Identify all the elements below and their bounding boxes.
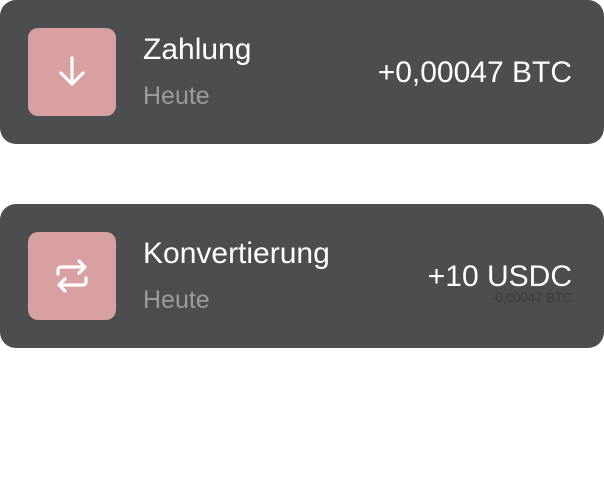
transaction-source-amount: -0,00047 BTC xyxy=(491,290,572,305)
transaction-date: Heute xyxy=(143,286,210,314)
transaction-icon-tile xyxy=(28,232,116,320)
transaction-item-payment[interactable]: Zahlung Heute +0,00047 BTC xyxy=(0,0,604,144)
convert-arrows-icon xyxy=(56,259,88,293)
transaction-title: Zahlung xyxy=(143,33,252,66)
transaction-amount: +0,00047 BTC xyxy=(377,56,572,89)
arrow-down-icon xyxy=(59,56,85,86)
transaction-date: Heute xyxy=(143,82,210,110)
transaction-icon-tile xyxy=(28,28,116,116)
transaction-title: Konvertierung xyxy=(143,237,330,270)
transaction-item-conversion[interactable]: Konvertierung Heute +10 USDC -0,00047 BT… xyxy=(0,204,604,348)
